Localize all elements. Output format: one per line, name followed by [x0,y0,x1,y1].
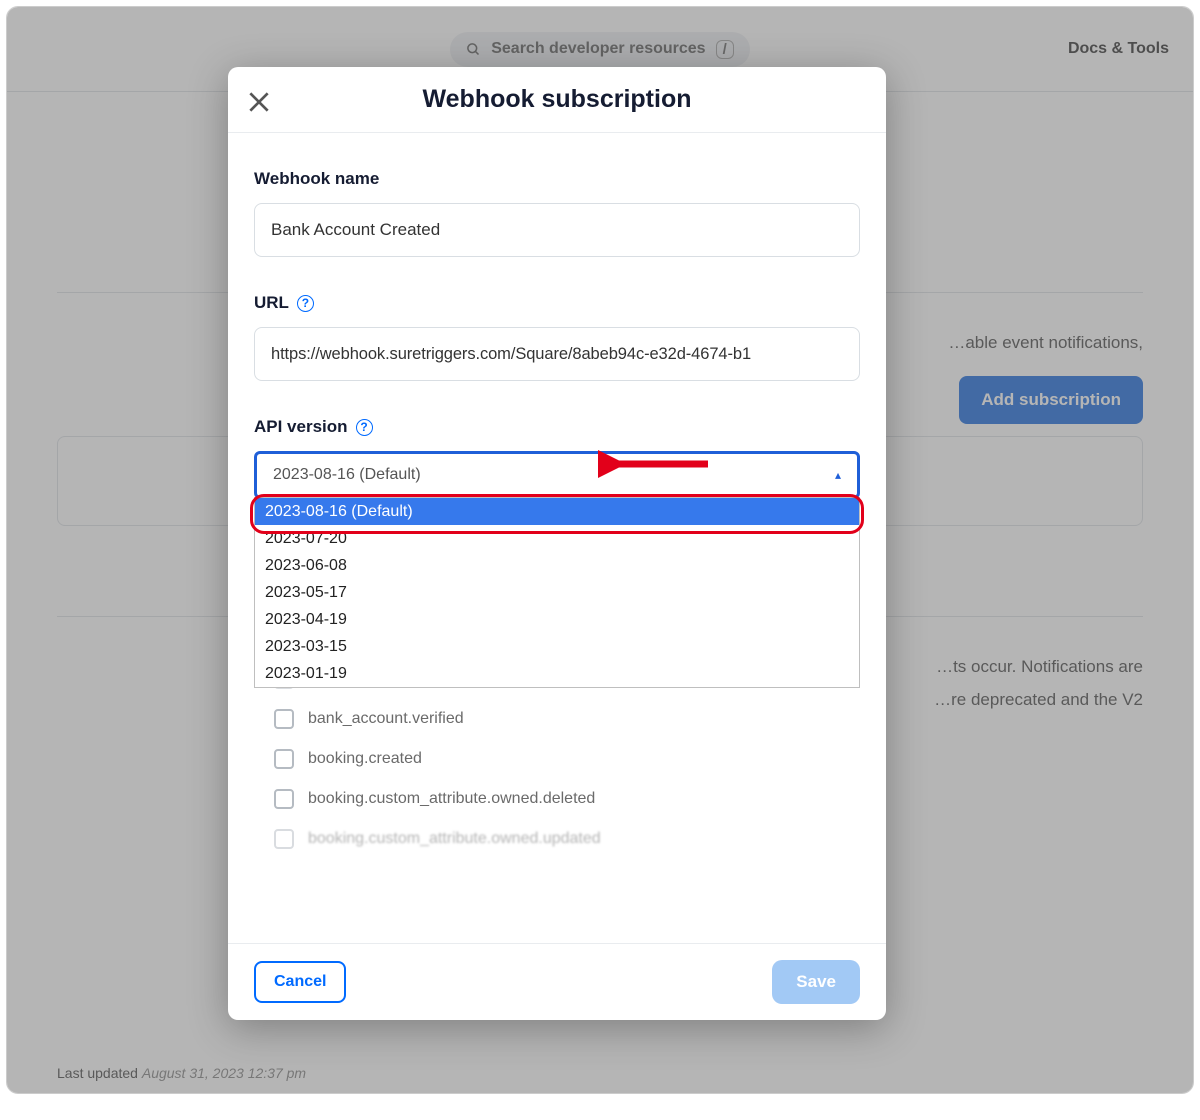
help-icon[interactable]: ? [356,419,373,436]
checkbox[interactable] [274,829,294,849]
dropdown-option[interactable]: 2023-08-16 (Default) [255,498,859,525]
api-version-value: 2023-08-16 (Default) [273,466,421,484]
event-row[interactable]: bank_account.verified [254,699,860,739]
help-icon[interactable]: ? [297,295,314,312]
save-button[interactable]: Save [772,960,860,1004]
event-row[interactable]: booking.custom_attribute.owned.deleted [254,779,860,819]
event-row[interactable]: booking.custom_attribute.owned.updated [254,819,860,859]
webhook-modal: Webhook subscription Webhook name URL ? … [228,67,886,1020]
dropdown-option[interactable]: 2023-04-19 [255,606,859,633]
chevron-up-icon: ▴ [835,468,841,482]
close-icon[interactable] [246,89,272,115]
dropdown-option[interactable]: 2023-07-20 [255,525,859,552]
modal-title: Webhook subscription [252,85,862,114]
api-version-dropdown[interactable]: 2023-08-16 (Default) 2023-07-20 2023-06-… [254,497,860,688]
webhook-name-input[interactable] [254,203,860,257]
dropdown-option[interactable]: 2023-03-15 [255,633,859,660]
api-version-select[interactable]: 2023-08-16 (Default) ▴ [254,451,860,499]
checkbox[interactable] [274,749,294,769]
url-label: URL ? [254,293,860,313]
url-input[interactable] [254,327,860,381]
cancel-button[interactable]: Cancel [254,961,346,1003]
checkbox[interactable] [274,709,294,729]
event-label: bank_account.verified [308,710,464,728]
event-label: booking.custom_attribute.owned.deleted [308,790,595,808]
webhook-name-label: Webhook name [254,169,860,189]
event-label: booking.created [308,750,422,768]
dropdown-option[interactable]: 2023-01-19 [255,660,859,687]
dropdown-option[interactable]: 2023-06-08 [255,552,859,579]
checkbox[interactable] [274,789,294,809]
api-version-label: API version ? [254,417,860,437]
dropdown-option[interactable]: 2023-05-17 [255,579,859,606]
event-row[interactable]: booking.created [254,739,860,779]
event-label: booking.custom_attribute.owned.updated [308,830,601,848]
